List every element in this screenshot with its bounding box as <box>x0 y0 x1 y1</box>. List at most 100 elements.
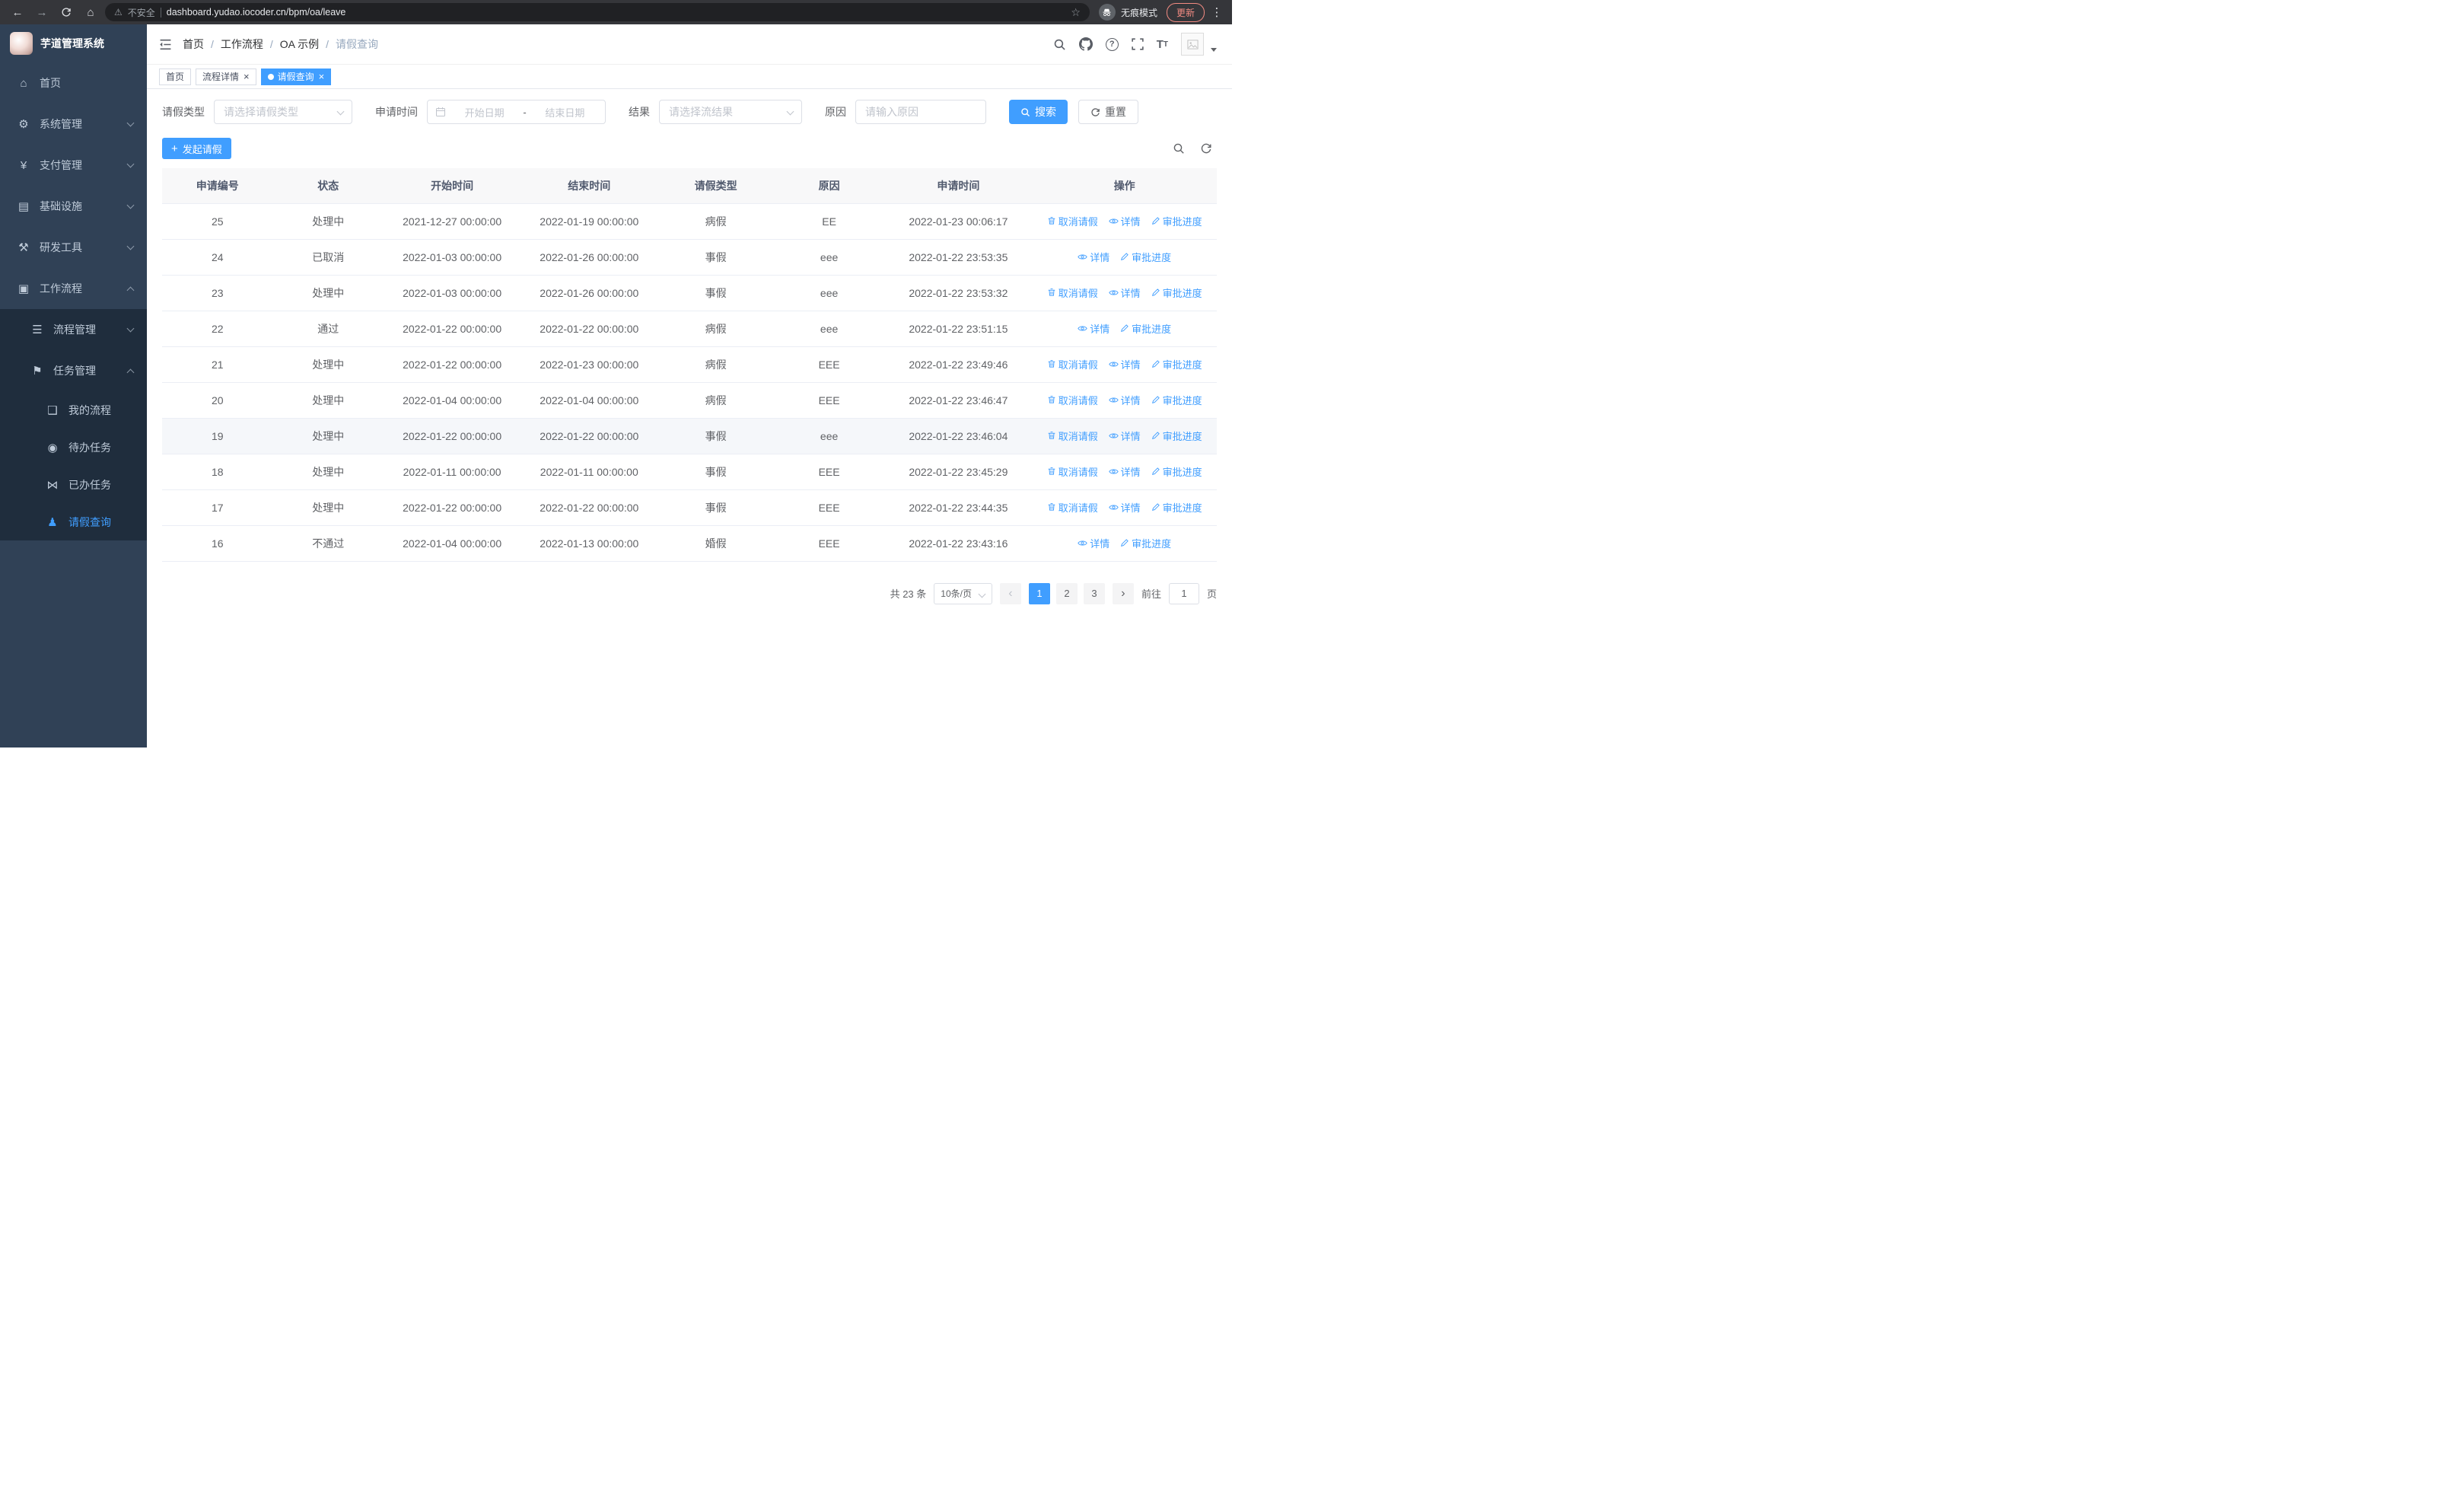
reset-button[interactable]: 重置 <box>1078 100 1138 124</box>
approval-progress-link[interactable]: 审批进度 <box>1151 500 1202 515</box>
cell-start-time: 2022-01-03 00:00:00 <box>384 239 521 276</box>
page-button-3[interactable]: 3 <box>1083 582 1105 604</box>
sidebar-item-system-management[interactable]: ⚙ 系统管理 <box>0 104 147 145</box>
cell-status: 处理中 <box>272 418 384 454</box>
approval-progress-link[interactable]: 审批进度 <box>1151 357 1202 371</box>
result-select[interactable]: 请选择流结果 <box>659 100 802 124</box>
approval-progress-link[interactable]: 审批进度 <box>1151 214 1202 228</box>
approval-progress-link[interactable]: 审批进度 <box>1120 321 1171 336</box>
sidebar-item-done-tasks[interactable]: ⋈ 已办任务 <box>0 466 147 503</box>
bookmark-star-icon[interactable]: ☆ <box>1071 6 1081 19</box>
detail-link[interactable]: 详情 <box>1108 357 1141 371</box>
approval-progress-link[interactable]: 审批进度 <box>1151 464 1202 479</box>
page-button-2[interactable]: 2 <box>1055 582 1078 604</box>
browser-back-icon[interactable]: ← <box>8 2 27 22</box>
avatar-caret-icon[interactable] <box>1211 48 1217 52</box>
sidebar-item-infrastructure[interactable]: ▤ 基础设施 <box>0 186 147 227</box>
search-button[interactable]: 搜索 <box>1009 100 1068 124</box>
cell-apply-id: 21 <box>162 346 273 383</box>
cancel-leave-link[interactable]: 取消请假 <box>1047 285 1098 300</box>
breadcrumb-item[interactable]: 首页 <box>183 37 204 52</box>
tab[interactable]: 首页 <box>159 68 192 85</box>
cell-actions: 详情 审批进度 <box>1032 311 1217 347</box>
chat-icon: ❑ <box>47 403 58 417</box>
create-leave-button[interactable]: + 发起请假 <box>162 138 231 159</box>
breadcrumb-item[interactable]: 工作流程 <box>221 37 263 52</box>
table-row: 16 不通过 2022-01-04 00:00:00 2022-01-13 00… <box>162 525 1217 562</box>
sidebar-item-payment-management[interactable]: ¥ 支付管理 <box>0 145 147 186</box>
detail-link[interactable]: 详情 <box>1078 536 1109 550</box>
detail-link[interactable]: 详情 <box>1108 500 1141 515</box>
sidebar-item-home[interactable]: ⌂ 首页 <box>0 62 147 104</box>
infrastructure-icon: ▤ <box>18 200 30 213</box>
browser-menu-icon[interactable]: ⋮ <box>1209 5 1224 19</box>
sidebar-item-dev-tools[interactable]: ⚒ 研发工具 <box>0 227 147 268</box>
approval-progress-link[interactable]: 审批进度 <box>1120 250 1171 264</box>
cancel-leave-link[interactable]: 取消请假 <box>1047 500 1098 515</box>
toggle-search-icon[interactable] <box>1173 142 1185 155</box>
sidebar-item-process-management[interactable]: ☰ 流程管理 <box>0 309 147 350</box>
apply-time-range-picker[interactable]: 开始日期 - 结束日期 <box>427 100 606 124</box>
cell-end-time: 2022-01-22 00:00:00 <box>520 311 658 347</box>
briefcase-icon: ▣ <box>18 282 30 295</box>
table-row: 22 通过 2022-01-22 00:00:00 2022-01-22 00:… <box>162 311 1217 347</box>
approval-progress-link[interactable]: 审批进度 <box>1120 536 1171 550</box>
browser-refresh-icon[interactable] <box>56 2 76 22</box>
next-page-button[interactable]: › <box>1112 582 1134 604</box>
column-header: 请假类型 <box>657 168 774 204</box>
browser-home-icon[interactable]: ⌂ <box>81 2 100 22</box>
github-icon[interactable] <box>1078 37 1093 51</box>
cancel-leave-link[interactable]: 取消请假 <box>1047 393 1098 407</box>
detail-link[interactable]: 详情 <box>1108 214 1141 228</box>
search-icon[interactable] <box>1053 38 1066 51</box>
table-row: 23 处理中 2022-01-03 00:00:00 2022-01-26 00… <box>162 275 1217 311</box>
detail-link[interactable]: 详情 <box>1078 321 1109 336</box>
sidebar-item-workflow[interactable]: ▣ 工作流程 <box>0 268 147 309</box>
cell-actions: 取消请假 详情 审批进度 <box>1032 275 1217 311</box>
tab-label: 流程详情 <box>202 72 240 82</box>
update-button[interactable]: 更新 <box>1166 2 1205 22</box>
cell-status: 处理中 <box>272 203 384 240</box>
leave-type-select[interactable]: 请选择请假类型 <box>214 100 352 124</box>
detail-link[interactable]: 详情 <box>1078 250 1109 264</box>
detail-link[interactable]: 详情 <box>1108 393 1141 407</box>
avatar[interactable] <box>1181 33 1204 56</box>
cancel-leave-link[interactable]: 取消请假 <box>1047 464 1098 479</box>
help-icon[interactable]: ? <box>1105 37 1119 51</box>
detail-link[interactable]: 详情 <box>1108 429 1141 443</box>
sidebar-item-todo-tasks[interactable]: ◉ 待办任务 <box>0 429 147 466</box>
breadcrumb-item[interactable]: OA 示例 <box>280 37 319 52</box>
address-bar[interactable]: ⚠ 不安全 dashboard.yudao.iocoder.cn/bpm/oa/… <box>105 3 1090 21</box>
table-refresh-icon[interactable] <box>1200 142 1212 155</box>
page-button-1[interactable]: 1 <box>1028 582 1050 604</box>
prev-page-button[interactable]: ‹ <box>999 582 1021 604</box>
sidebar-item-leave-query[interactable]: ♟ 请假查询 <box>0 503 147 540</box>
chevron-icon <box>126 201 135 209</box>
reason-input[interactable] <box>855 100 986 124</box>
goto-page-input[interactable] <box>1168 582 1199 604</box>
approval-progress-link[interactable]: 审批进度 <box>1151 393 1202 407</box>
tab[interactable]: 流程详情 × <box>196 68 256 85</box>
flag-icon: ⚑ <box>32 365 43 378</box>
fullscreen-icon[interactable] <box>1132 38 1144 50</box>
page-size-select[interactable]: 10条/页 <box>934 582 992 604</box>
approval-progress-link[interactable]: 审批进度 <box>1151 429 1202 443</box>
cell-reason: eee <box>773 239 885 276</box>
user-icon: ♟ <box>47 515 58 529</box>
approval-progress-link[interactable]: 审批进度 <box>1151 285 1202 300</box>
detail-link[interactable]: 详情 <box>1108 464 1141 479</box>
tab-close-icon[interactable]: × <box>244 72 250 81</box>
font-size-icon[interactable]: TT <box>1157 38 1168 51</box>
tab[interactable]: 请假查询 × <box>260 68 332 85</box>
tab-close-icon[interactable]: × <box>319 72 325 81</box>
cancel-leave-link[interactable]: 取消请假 <box>1047 429 1098 443</box>
sidebar-item-task-management[interactable]: ⚑ 任务管理 <box>0 350 147 391</box>
browser-forward-icon[interactable]: → <box>32 2 52 22</box>
cancel-leave-link[interactable]: 取消请假 <box>1047 357 1098 371</box>
column-header: 申请编号 <box>162 168 273 204</box>
cancel-leave-link[interactable]: 取消请假 <box>1047 214 1098 228</box>
detail-link[interactable]: 详情 <box>1108 285 1141 300</box>
sidebar-item-my-process[interactable]: ❑ 我的流程 <box>0 391 147 429</box>
sidebar-collapse-icon[interactable] <box>159 38 172 51</box>
column-header: 结束时间 <box>520 168 658 204</box>
